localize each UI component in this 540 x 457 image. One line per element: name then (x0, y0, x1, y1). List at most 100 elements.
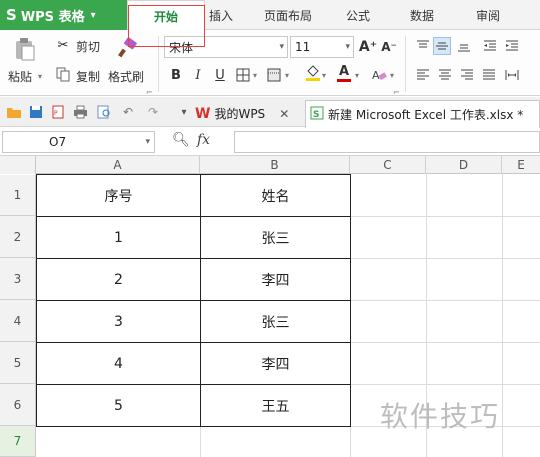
tab-insert[interactable]: 插入 (205, 0, 237, 30)
cell-b4[interactable]: 张三 (201, 301, 350, 342)
save-icon[interactable] (28, 104, 44, 120)
merge-cells-icon[interactable] (265, 66, 283, 84)
close-icon[interactable]: ✕ (279, 107, 289, 121)
cell-a4[interactable]: 3 (37, 301, 200, 342)
fill-color-icon[interactable] (304, 64, 322, 82)
open-folder-icon[interactable] (6, 104, 22, 120)
fx-button[interactable]: fx (197, 132, 210, 148)
svg-text:A: A (372, 69, 380, 82)
column-header-d[interactable]: D (426, 156, 502, 174)
gridline (350, 384, 540, 385)
tab-workbook[interactable]: S 新建 Microsoft Excel 工作表.xlsx * (305, 100, 540, 128)
svg-text:S: S (313, 110, 319, 120)
cell-a2[interactable]: 1 (37, 217, 200, 258)
app-menu-button[interactable]: S WPS 表格 ▾ (0, 0, 127, 30)
row-header-5[interactable]: 5 (0, 342, 36, 384)
chevron-down-icon: ▾ (279, 42, 284, 52)
cell-b6[interactable]: 王五 (201, 385, 350, 426)
tab-review[interactable]: 审阅 (470, 0, 506, 30)
clear-format-icon[interactable]: A (370, 66, 388, 84)
cut-button[interactable]: 剪切 (76, 38, 100, 55)
redo-icon[interactable]: ↷ (145, 104, 161, 120)
paste-dropdown-icon[interactable]: ▾ (38, 72, 42, 81)
spreadsheet-file-icon: S (310, 106, 324, 123)
align-middle-icon[interactable] (433, 37, 451, 55)
row-header-7-active[interactable]: 7 (0, 426, 36, 457)
gridline (350, 426, 351, 457)
copy-icon[interactable] (55, 66, 71, 82)
grow-font-button[interactable]: A⁺ (359, 38, 377, 56)
cell-a3[interactable]: 2 (37, 259, 200, 300)
column-header-a[interactable]: A (36, 156, 200, 174)
format-painter-icon[interactable] (115, 36, 139, 60)
format-painter-button[interactable]: 格式刷 (108, 68, 144, 85)
print-preview-icon[interactable] (96, 104, 112, 120)
gridline (350, 342, 540, 343)
row-header-2[interactable]: 2 (0, 216, 36, 258)
tab-my-wps[interactable]: W 我的WPS ✕ (195, 100, 303, 127)
row-header-3[interactable]: 3 (0, 258, 36, 300)
gridline (350, 258, 540, 259)
align-top-icon[interactable] (414, 37, 432, 55)
tab-formulas[interactable]: 公式 (340, 0, 376, 30)
font-size-select[interactable]: 11 ▾ (290, 36, 354, 58)
chevron-down-icon[interactable]: ▾ (355, 71, 359, 80)
shrink-font-button[interactable]: A⁻ (380, 38, 398, 56)
wps-logo-icon: S (6, 6, 17, 24)
borders-icon[interactable] (234, 66, 252, 84)
paste-icon[interactable] (12, 36, 38, 62)
gridline (350, 216, 540, 217)
font-dialog-launcher-icon[interactable]: ⌐ (393, 88, 400, 97)
cell-a5[interactable]: 4 (37, 343, 200, 384)
italic-button[interactable]: I (189, 66, 207, 84)
clipboard-dialog-launcher-icon[interactable]: ⌐ (146, 88, 153, 97)
chevron-down-icon[interactable]: ▾ (253, 71, 257, 80)
distributed-align-icon[interactable] (503, 66, 521, 84)
align-bottom-icon[interactable] (455, 37, 473, 55)
name-box[interactable]: O7 ▾ (2, 131, 155, 153)
tab-start[interactable]: 开始 (127, 0, 205, 31)
chevron-down-icon: ▾ (90, 9, 96, 21)
bold-button[interactable]: B (167, 66, 185, 84)
tab-data[interactable]: 数据 (404, 0, 440, 30)
select-all-corner[interactable] (0, 156, 36, 174)
zoom-search-icon[interactable]: 🔍︎ (172, 132, 190, 150)
font-size-value: 11 (295, 40, 311, 54)
cell-b3[interactable]: 李四 (201, 259, 350, 300)
align-center-icon[interactable] (436, 66, 454, 84)
column-header-e[interactable]: E (502, 156, 540, 174)
cell-b5[interactable]: 李四 (201, 343, 350, 384)
cell-a6[interactable]: 5 (37, 385, 200, 426)
chevron-down-icon[interactable]: ▾ (390, 71, 394, 80)
tab-workbook-label: 新建 Microsoft Excel 工作表.xlsx * (328, 108, 524, 122)
increase-indent-icon[interactable] (503, 37, 521, 55)
row-header-1[interactable]: 1 (0, 175, 36, 216)
column-header-c[interactable]: C (350, 156, 426, 174)
align-right-icon[interactable] (458, 66, 476, 84)
cell-b1[interactable]: 姓名 (201, 175, 350, 216)
chevron-down-icon[interactable]: ▾ (176, 104, 192, 120)
row-header-4[interactable]: 4 (0, 300, 36, 342)
paste-button-label[interactable]: 粘贴 (8, 68, 32, 85)
font-color-icon[interactable]: A (335, 64, 353, 82)
column-header-b[interactable]: B (200, 156, 350, 174)
font-name-select[interactable]: 宋体 ▾ (164, 36, 288, 58)
align-left-icon[interactable] (414, 66, 432, 84)
cell-a1[interactable]: 序号 (37, 175, 200, 216)
decrease-indent-icon[interactable] (481, 37, 499, 55)
chevron-down-icon[interactable]: ▾ (285, 71, 289, 80)
app-name: WPS 表格 (20, 9, 85, 25)
formula-input[interactable] (234, 131, 540, 153)
undo-icon[interactable]: ↶ (120, 104, 136, 120)
cell-b2[interactable]: 张三 (201, 217, 350, 258)
copy-button[interactable]: 复制 (76, 68, 100, 85)
row-header-6[interactable]: 6 (0, 384, 36, 426)
justify-icon[interactable] (480, 66, 498, 84)
scissors-icon[interactable]: ✂ (55, 37, 71, 53)
underline-button[interactable]: U (211, 66, 229, 84)
chevron-down-icon[interactable]: ▾ (322, 71, 326, 80)
print-icon[interactable] (72, 104, 88, 120)
export-pdf-icon[interactable]: P (50, 104, 66, 120)
tab-page-layout[interactable]: 页面布局 (258, 0, 318, 30)
font-name-value: 宋体 (169, 40, 194, 55)
